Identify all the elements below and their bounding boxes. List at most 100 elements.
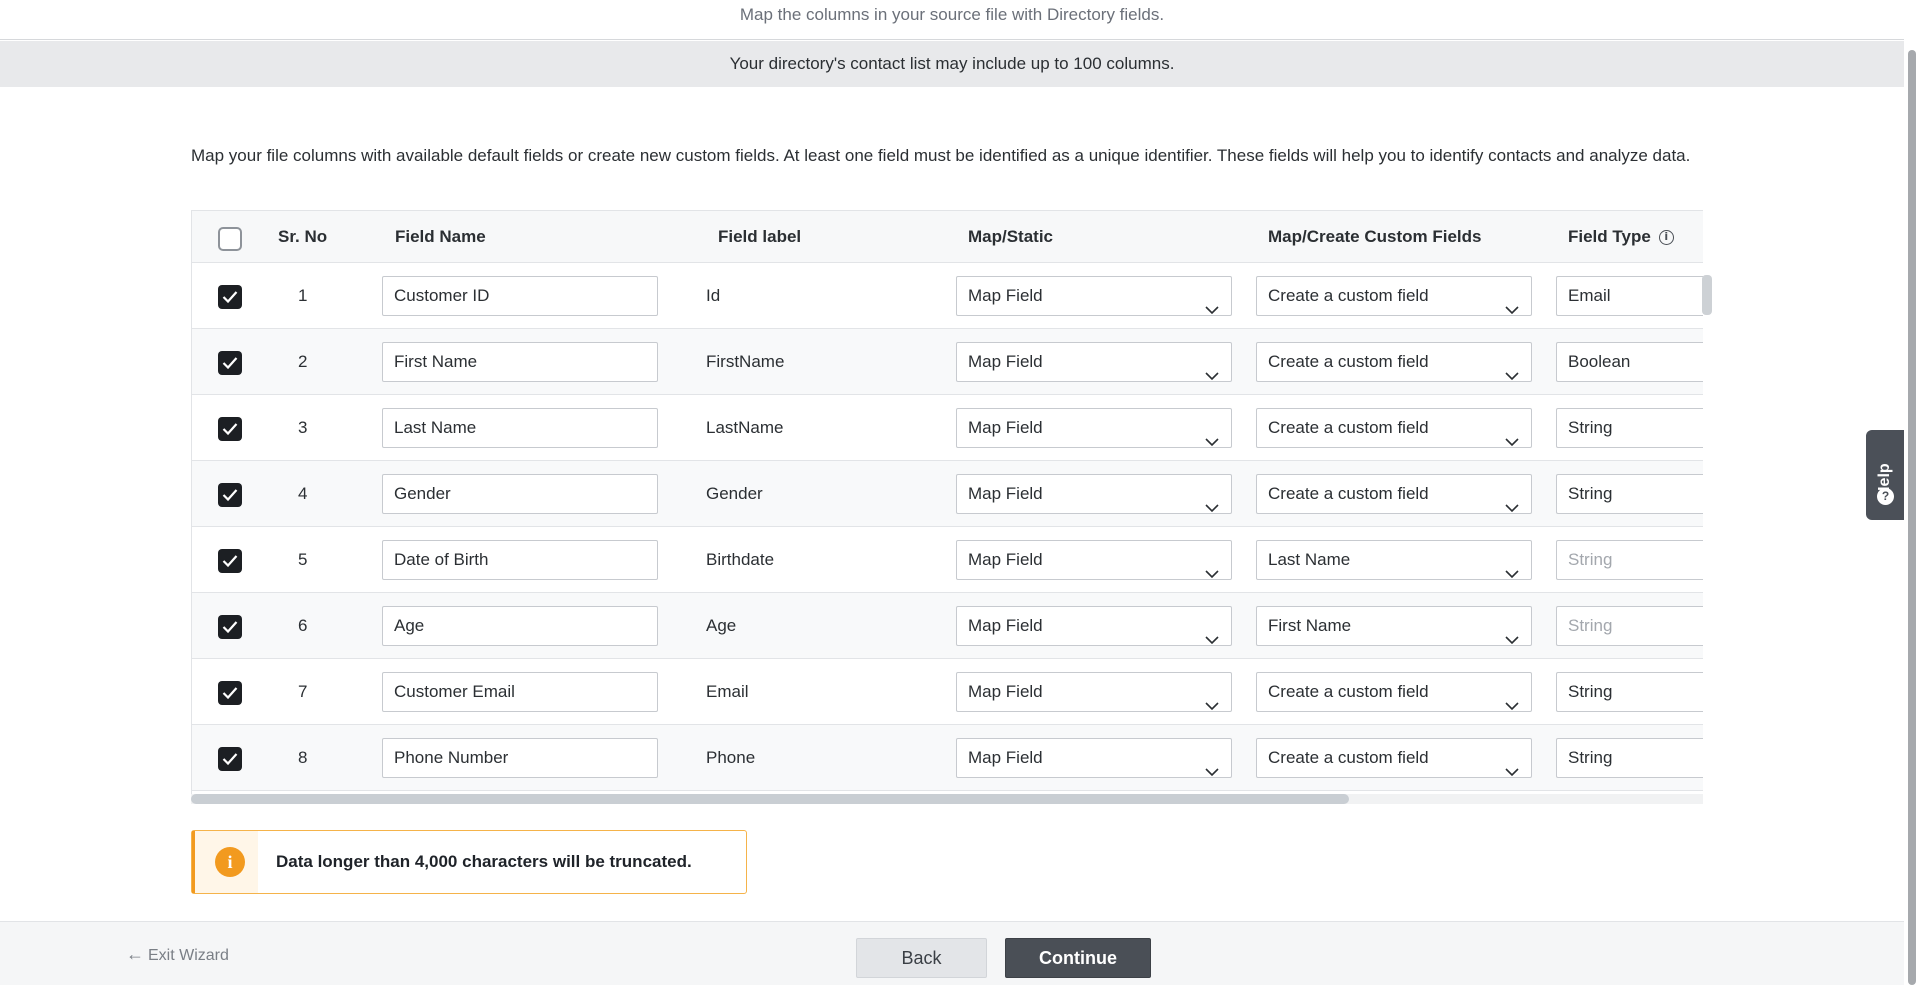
map-static-select[interactable]: Map Field: [956, 408, 1232, 448]
row-sr-no: 4: [298, 484, 308, 503]
field-name-input[interactable]: [382, 606, 658, 646]
table-row: 3 LastName Map Field Create a custom field S…: [192, 395, 1703, 461]
back-button[interactable]: Back: [856, 938, 987, 978]
import-wizard-page: Map the columns in your source file with…: [0, 0, 1920, 985]
field-name-input[interactable]: [382, 474, 658, 514]
chevron-down-icon: [1205, 555, 1219, 593]
row-checkbox[interactable]: [218, 747, 242, 771]
row-checkbox[interactable]: [218, 417, 242, 441]
custom-field-select[interactable]: Create a custom field: [1256, 672, 1532, 712]
row-checkbox[interactable]: [218, 285, 242, 309]
table-row: 2 FirstName Map Field Create a custom field…: [192, 329, 1703, 395]
page-scrollbar-thumb[interactable]: [1908, 50, 1916, 985]
chevron-down-icon: [1505, 753, 1519, 791]
map-static-select[interactable]: Map Field: [956, 474, 1232, 514]
field-type-select: String: [1556, 606, 1703, 646]
field-name-input[interactable]: [382, 342, 658, 382]
field-name-input[interactable]: [382, 408, 658, 448]
col-header-field-type: Field Type i: [1568, 211, 1674, 263]
help-tab[interactable]: Help ?: [1866, 430, 1904, 520]
row-sr-no: 1: [298, 286, 308, 305]
custom-field-value: Create a custom field: [1268, 748, 1429, 767]
field-type-select[interactable]: String: [1556, 474, 1703, 514]
custom-field-value: Create a custom field: [1268, 484, 1429, 503]
custom-field-value: Create a custom field: [1268, 352, 1429, 371]
field-label: FirstName: [706, 352, 785, 371]
custom-field-select[interactable]: Create a custom field: [1256, 408, 1532, 448]
chevron-down-icon: [1205, 357, 1219, 395]
custom-field-select[interactable]: Create a custom field: [1256, 342, 1532, 382]
map-static-value: Map Field: [968, 682, 1043, 701]
chevron-down-icon: [1205, 687, 1219, 725]
chevron-down-icon: [1505, 291, 1519, 329]
row-checkbox[interactable]: [218, 615, 242, 639]
row-sr-no: 5: [298, 550, 308, 569]
row-sr-no: 3: [298, 418, 308, 437]
field-label: Age: [706, 616, 737, 635]
row-checkbox[interactable]: [218, 681, 242, 705]
page-scrollbar[interactable]: [1904, 0, 1920, 985]
field-label: Phone: [706, 748, 756, 767]
map-static-select[interactable]: Map Field: [956, 738, 1232, 778]
arrow-left-icon: ←: [126, 944, 144, 964]
custom-field-select[interactable]: Create a custom field: [1256, 738, 1532, 778]
table-horizontal-scrollbar[interactable]: [191, 794, 1349, 804]
field-label: Id: [706, 286, 721, 305]
truncation-notice: i Data longer than 4,000 characters will…: [191, 830, 747, 894]
field-label: Email: [706, 682, 749, 701]
table-row: 5 Birthdate Map Field Last Name String: [192, 527, 1703, 593]
col-header-field-type-label: Field Type: [1568, 227, 1651, 246]
continue-button[interactable]: Continue: [1005, 938, 1151, 978]
custom-field-value: Create a custom field: [1268, 682, 1429, 701]
field-name-input[interactable]: [382, 276, 658, 316]
map-static-value: Map Field: [968, 418, 1043, 437]
field-type-select[interactable]: String: [1556, 738, 1703, 778]
table-row: 4 Gender Map Field Create a custom field Str…: [192, 461, 1703, 527]
row-checkbox[interactable]: [218, 483, 242, 507]
map-static-select[interactable]: Map Field: [956, 540, 1232, 580]
chevron-down-icon: [1205, 753, 1219, 791]
table-vertical-scrollbar[interactable]: [1702, 275, 1712, 315]
field-label: LastName: [706, 418, 784, 437]
col-header-field-label: Field label: [718, 227, 802, 246]
exit-wizard-link[interactable]: ← Exit Wizard: [126, 922, 229, 985]
custom-field-select[interactable]: Create a custom field: [1256, 276, 1532, 316]
field-name-input[interactable]: [382, 540, 658, 580]
chevron-down-icon: [1505, 555, 1519, 593]
row-sr-no: 6: [298, 616, 308, 635]
field-type-select[interactable]: Email: [1556, 276, 1703, 316]
field-name-input[interactable]: [382, 738, 658, 778]
col-header-custom-fields: Map/Create Custom Fields: [1268, 227, 1482, 246]
table-header: Sr. No Field Name Field label Map/Static…: [192, 211, 1703, 263]
field-type-select[interactable]: Boolean: [1556, 342, 1703, 382]
map-static-select[interactable]: Map Field: [956, 342, 1232, 382]
map-static-select[interactable]: Map Field: [956, 606, 1232, 646]
notice-icon-band: i: [192, 831, 258, 893]
col-header-map-static: Map/Static: [968, 227, 1054, 246]
select-all-checkbox[interactable]: [218, 227, 242, 251]
map-static-select[interactable]: Map Field: [956, 276, 1232, 316]
field-type-select[interactable]: String: [1556, 672, 1703, 712]
table-row: 8 Phone Map Field Create a custom field Stri…: [192, 725, 1703, 791]
map-static-value: Map Field: [968, 484, 1043, 503]
info-icon[interactable]: i: [1658, 230, 1674, 246]
map-static-value: Map Field: [968, 286, 1043, 305]
row-checkbox[interactable]: [218, 351, 242, 375]
map-static-value: Map Field: [968, 748, 1043, 767]
map-static-value: Map Field: [968, 352, 1043, 371]
question-icon: ?: [1877, 488, 1894, 505]
custom-field-value: First Name: [1268, 616, 1352, 635]
info-icon: i: [215, 847, 245, 877]
custom-field-value: Create a custom field: [1268, 418, 1429, 437]
custom-field-select[interactable]: Last Name: [1256, 540, 1532, 580]
wizard-footer: ← Exit Wizard Back Continue: [0, 921, 1904, 985]
custom-field-select[interactable]: Create a custom field: [1256, 474, 1532, 514]
field-label: Birthdate: [706, 550, 775, 569]
custom-field-select[interactable]: First Name: [1256, 606, 1532, 646]
col-header-field-name: Field Name: [395, 227, 486, 246]
field-type-select[interactable]: String: [1556, 408, 1703, 448]
map-static-select[interactable]: Map Field: [956, 672, 1232, 712]
chevron-down-icon: [1205, 621, 1219, 659]
field-name-input[interactable]: [382, 672, 658, 712]
row-checkbox[interactable]: [218, 549, 242, 573]
